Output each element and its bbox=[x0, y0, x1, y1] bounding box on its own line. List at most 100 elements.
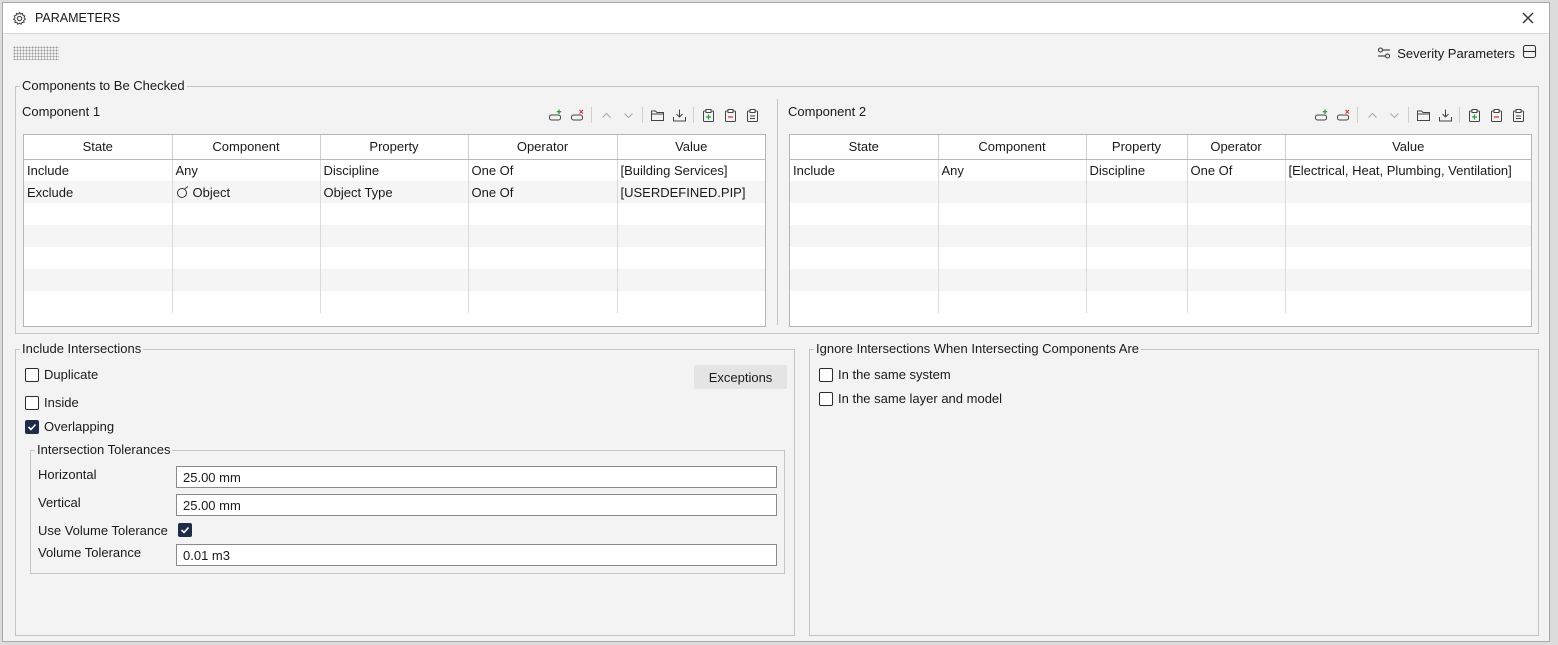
table-row-empty bbox=[790, 181, 1531, 203]
add-row-icon bbox=[548, 109, 561, 120]
table-cell[interactable]: Any bbox=[172, 159, 321, 181]
overlapping-checkbox-box[interactable] bbox=[25, 419, 39, 434]
same-system-label: In the same system bbox=[838, 367, 951, 382]
move-down-button[interactable] bbox=[1383, 106, 1405, 124]
column-header[interactable]: Value bbox=[617, 135, 765, 160]
table-cell[interactable]: [Building Services] bbox=[617, 159, 765, 181]
same-layer-checkbox[interactable]: In the same layer and model bbox=[819, 391, 1002, 406]
column-header[interactable]: Operator bbox=[468, 135, 618, 160]
severity-parameters-button[interactable]: Severity Parameters bbox=[1377, 43, 1515, 63]
vertical-tolerance-input[interactable] bbox=[176, 494, 777, 516]
duplicate-checkbox[interactable]: Duplicate bbox=[25, 367, 98, 382]
column-header[interactable]: Value bbox=[1285, 135, 1531, 160]
components-legend: Components to Be Checked bbox=[20, 78, 187, 93]
table-cell[interactable]: [USERDEFINED.PIP] bbox=[617, 181, 765, 203]
add-row-icon bbox=[1314, 109, 1327, 120]
component2-title: Component 2 bbox=[788, 104, 867, 119]
clipboard-add-button[interactable] bbox=[697, 106, 719, 124]
table-cell[interactable]: [Electrical, Heat, Plumbing, Ventilation… bbox=[1285, 159, 1531, 181]
duplicate-checkbox-box[interactable] bbox=[25, 367, 39, 382]
chevron-down-icon bbox=[1389, 112, 1399, 118]
table-cell[interactable]: Exclude bbox=[24, 181, 173, 203]
table-cell[interactable]: Discipline bbox=[1086, 159, 1188, 181]
clipboard-add-icon bbox=[702, 108, 714, 122]
table-cell[interactable]: One Of bbox=[468, 159, 618, 181]
same-layer-label: In the same layer and model bbox=[838, 391, 1003, 406]
add-row-button[interactable] bbox=[1310, 106, 1332, 124]
column-header[interactable]: Component bbox=[172, 135, 321, 160]
column-header[interactable]: State bbox=[790, 135, 939, 160]
table-row[interactable]: Include Any Discipline One Of [Building … bbox=[24, 159, 765, 181]
include-intersections-legend: Include Intersections bbox=[20, 341, 144, 356]
table-cell[interactable]: Discipline bbox=[320, 159, 469, 181]
close-icon[interactable] bbox=[1519, 9, 1537, 27]
component2-table[interactable]: State Component Property Operator Value … bbox=[789, 134, 1532, 327]
object-icon bbox=[176, 185, 188, 198]
vertical-label: Vertical bbox=[38, 495, 81, 510]
panel-layout-icon[interactable] bbox=[1522, 44, 1537, 59]
table-row-empty bbox=[790, 203, 1531, 225]
open-button[interactable] bbox=[646, 106, 668, 124]
exceptions-label: Exceptions bbox=[708, 369, 773, 385]
toolbar-separator bbox=[693, 107, 694, 123]
move-up-button[interactable] bbox=[1361, 106, 1383, 124]
table-cell[interactable]: Object Type bbox=[320, 181, 469, 203]
table-cell[interactable]: Object bbox=[172, 181, 321, 203]
ignore-intersections-legend: Ignore Intersections When Intersecting C… bbox=[814, 341, 1142, 356]
same-layer-checkbox-box[interactable] bbox=[819, 391, 833, 406]
table-cell[interactable]: Include bbox=[24, 159, 173, 181]
open-button[interactable] bbox=[1412, 106, 1434, 124]
inside-checkbox[interactable]: Inside bbox=[25, 395, 79, 410]
remove-row-icon bbox=[570, 109, 583, 120]
remove-row-icon bbox=[1336, 109, 1349, 120]
column-header[interactable]: Operator bbox=[1187, 135, 1286, 160]
import-button[interactable] bbox=[668, 106, 690, 124]
clipboard-remove-button[interactable] bbox=[719, 106, 741, 124]
column-header[interactable]: Property bbox=[320, 135, 469, 160]
move-up-button[interactable] bbox=[595, 106, 617, 124]
download-icon bbox=[672, 109, 686, 121]
component1-table[interactable]: State Component Property Operator Value … bbox=[23, 134, 766, 327]
exceptions-button[interactable]: Exceptions bbox=[694, 365, 787, 389]
components-divider[interactable] bbox=[777, 99, 778, 325]
same-system-checkbox-box[interactable] bbox=[819, 367, 833, 382]
overlapping-label: Overlapping bbox=[44, 419, 115, 434]
clipboard-button[interactable] bbox=[1507, 106, 1529, 124]
toolbar-separator bbox=[1459, 107, 1460, 123]
add-row-button[interactable] bbox=[544, 106, 566, 124]
table-row[interactable]: Include Any Discipline One Of [Electrica… bbox=[790, 159, 1531, 181]
clipboard-remove-icon bbox=[1490, 108, 1502, 122]
checkmark-icon bbox=[27, 423, 37, 431]
table-row[interactable]: Exclude Object Object Type One Of [USERD… bbox=[24, 181, 765, 203]
same-system-checkbox[interactable]: In the same system bbox=[819, 367, 951, 382]
move-down-button[interactable] bbox=[617, 106, 639, 124]
clipboard-add-button[interactable] bbox=[1463, 106, 1485, 124]
toolbar-separator bbox=[1357, 107, 1358, 123]
use-volume-tolerance-checkbox[interactable] bbox=[178, 523, 192, 537]
inside-label: Inside bbox=[44, 395, 79, 410]
component1-title: Component 1 bbox=[22, 104, 101, 119]
remove-row-button[interactable] bbox=[566, 106, 588, 124]
component2-toolbar bbox=[1310, 106, 1529, 124]
drag-grip[interactable] bbox=[13, 46, 59, 60]
import-button[interactable] bbox=[1434, 106, 1456, 124]
column-header[interactable]: Component bbox=[938, 135, 1087, 160]
remove-row-button[interactable] bbox=[1332, 106, 1354, 124]
clipboard-button[interactable] bbox=[741, 106, 763, 124]
inside-checkbox-box[interactable] bbox=[25, 395, 39, 410]
column-header[interactable]: Property bbox=[1086, 135, 1188, 160]
table-cell[interactable]: One Of bbox=[468, 181, 618, 203]
clipboard-remove-button[interactable] bbox=[1485, 106, 1507, 124]
table-row-empty bbox=[790, 291, 1531, 313]
volume-tolerance-input[interactable] bbox=[176, 544, 777, 566]
clipboard-icon bbox=[1512, 108, 1524, 122]
overlapping-checkbox[interactable]: Overlapping bbox=[25, 419, 114, 434]
column-header[interactable]: State bbox=[24, 135, 173, 160]
folder-icon bbox=[1416, 110, 1430, 121]
table-cell[interactable]: Any bbox=[938, 159, 1087, 181]
download-icon bbox=[1438, 109, 1452, 121]
table-cell[interactable]: One Of bbox=[1187, 159, 1286, 181]
table-cell[interactable]: Include bbox=[790, 159, 939, 181]
horizontal-tolerance-input[interactable] bbox=[176, 466, 777, 488]
table-row-empty bbox=[24, 269, 765, 291]
